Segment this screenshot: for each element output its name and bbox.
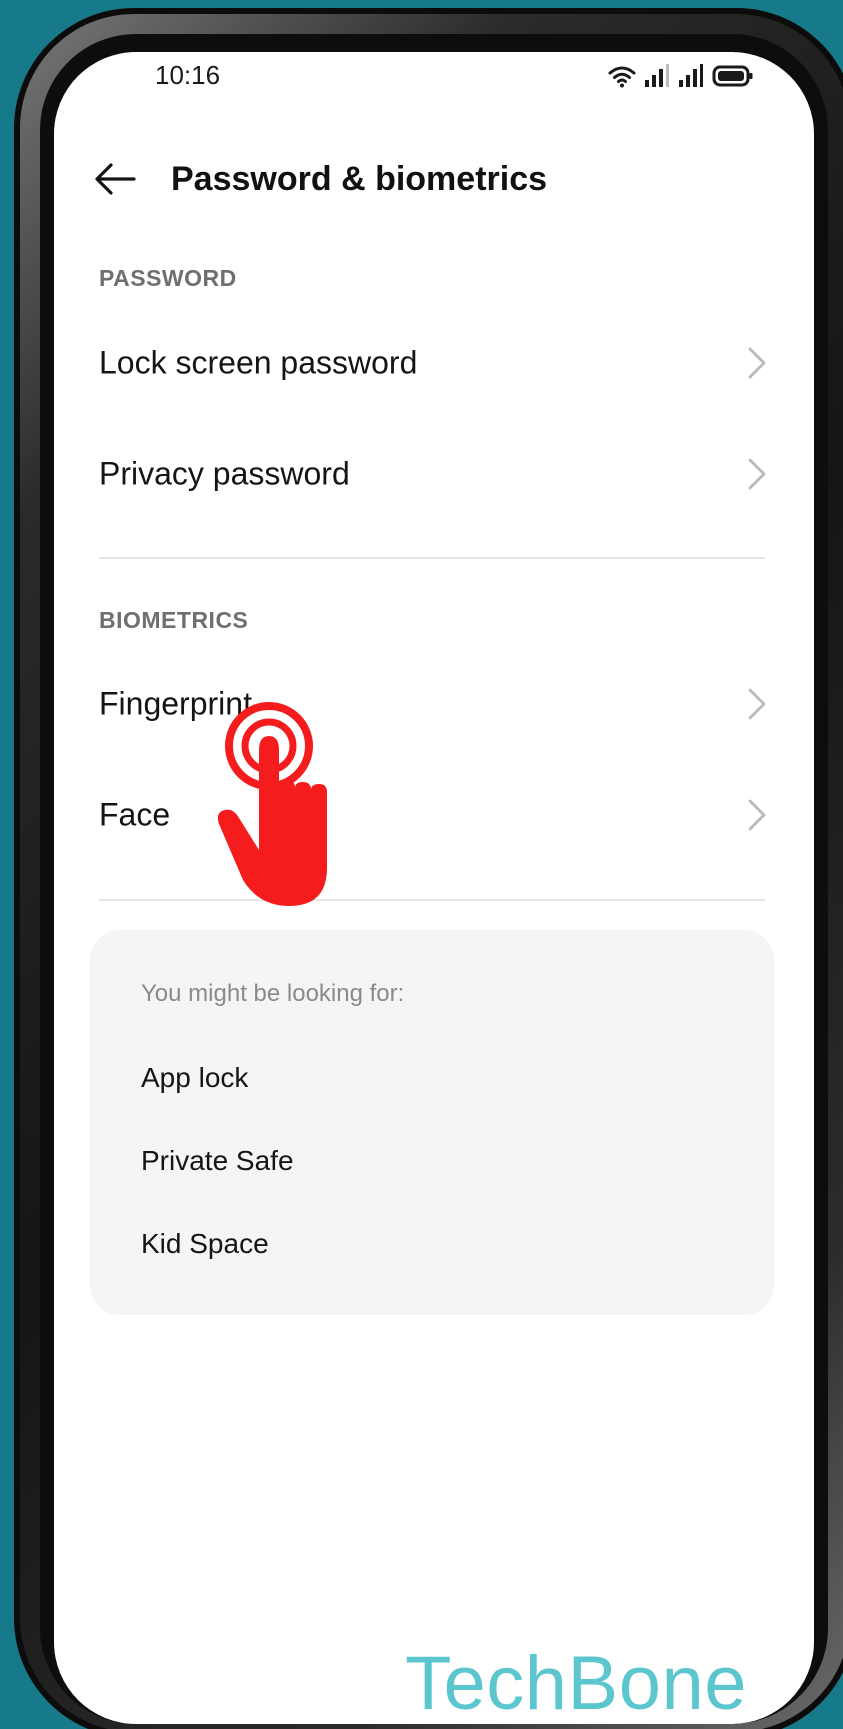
suggestion-private-safe[interactable]: Private Safe bbox=[141, 1145, 294, 1177]
row-face[interactable]: Face bbox=[54, 765, 814, 865]
wifi-icon bbox=[608, 64, 636, 88]
row-label: Face bbox=[99, 796, 171, 833]
chevron-right-icon bbox=[746, 797, 768, 833]
section-divider bbox=[99, 899, 765, 901]
page-title: Password & biometrics bbox=[171, 160, 548, 198]
signal-icon-2 bbox=[678, 64, 704, 88]
suggestions-card: You might be looking for: App lock Priva… bbox=[90, 930, 774, 1315]
section-label-password: PASSWORD bbox=[99, 265, 237, 291]
section-divider bbox=[99, 557, 765, 559]
watermark-logo: TechBone bbox=[405, 1641, 748, 1726]
tap-hand-icon bbox=[215, 700, 355, 910]
chevron-right-icon bbox=[746, 456, 768, 492]
status-time: 10:16 bbox=[155, 60, 221, 90]
section-label-biometrics: BIOMETRICS bbox=[99, 607, 249, 633]
row-fingerprint[interactable]: Fingerprint bbox=[54, 654, 814, 754]
battery-icon bbox=[712, 64, 754, 88]
suggestions-heading: You might be looking for: bbox=[141, 980, 405, 1007]
status-icons bbox=[608, 62, 754, 88]
stage: 10:16 Password & biometrics PASSWORD Loc… bbox=[0, 0, 843, 1729]
suggestion-app-lock[interactable]: App lock bbox=[141, 1062, 248, 1094]
row-privacy-password[interactable]: Privacy password bbox=[54, 424, 814, 524]
suggestion-kid-space[interactable]: Kid Space bbox=[141, 1228, 269, 1260]
row-label: Lock screen password bbox=[99, 344, 418, 381]
row-label: Privacy password bbox=[99, 455, 350, 492]
chevron-right-icon bbox=[746, 686, 768, 722]
back-arrow-icon[interactable] bbox=[94, 162, 136, 196]
signal-icon bbox=[644, 64, 670, 88]
phone-screen bbox=[54, 52, 814, 1724]
row-lock-screen-password[interactable]: Lock screen password bbox=[54, 313, 814, 413]
chevron-right-icon bbox=[746, 345, 768, 381]
